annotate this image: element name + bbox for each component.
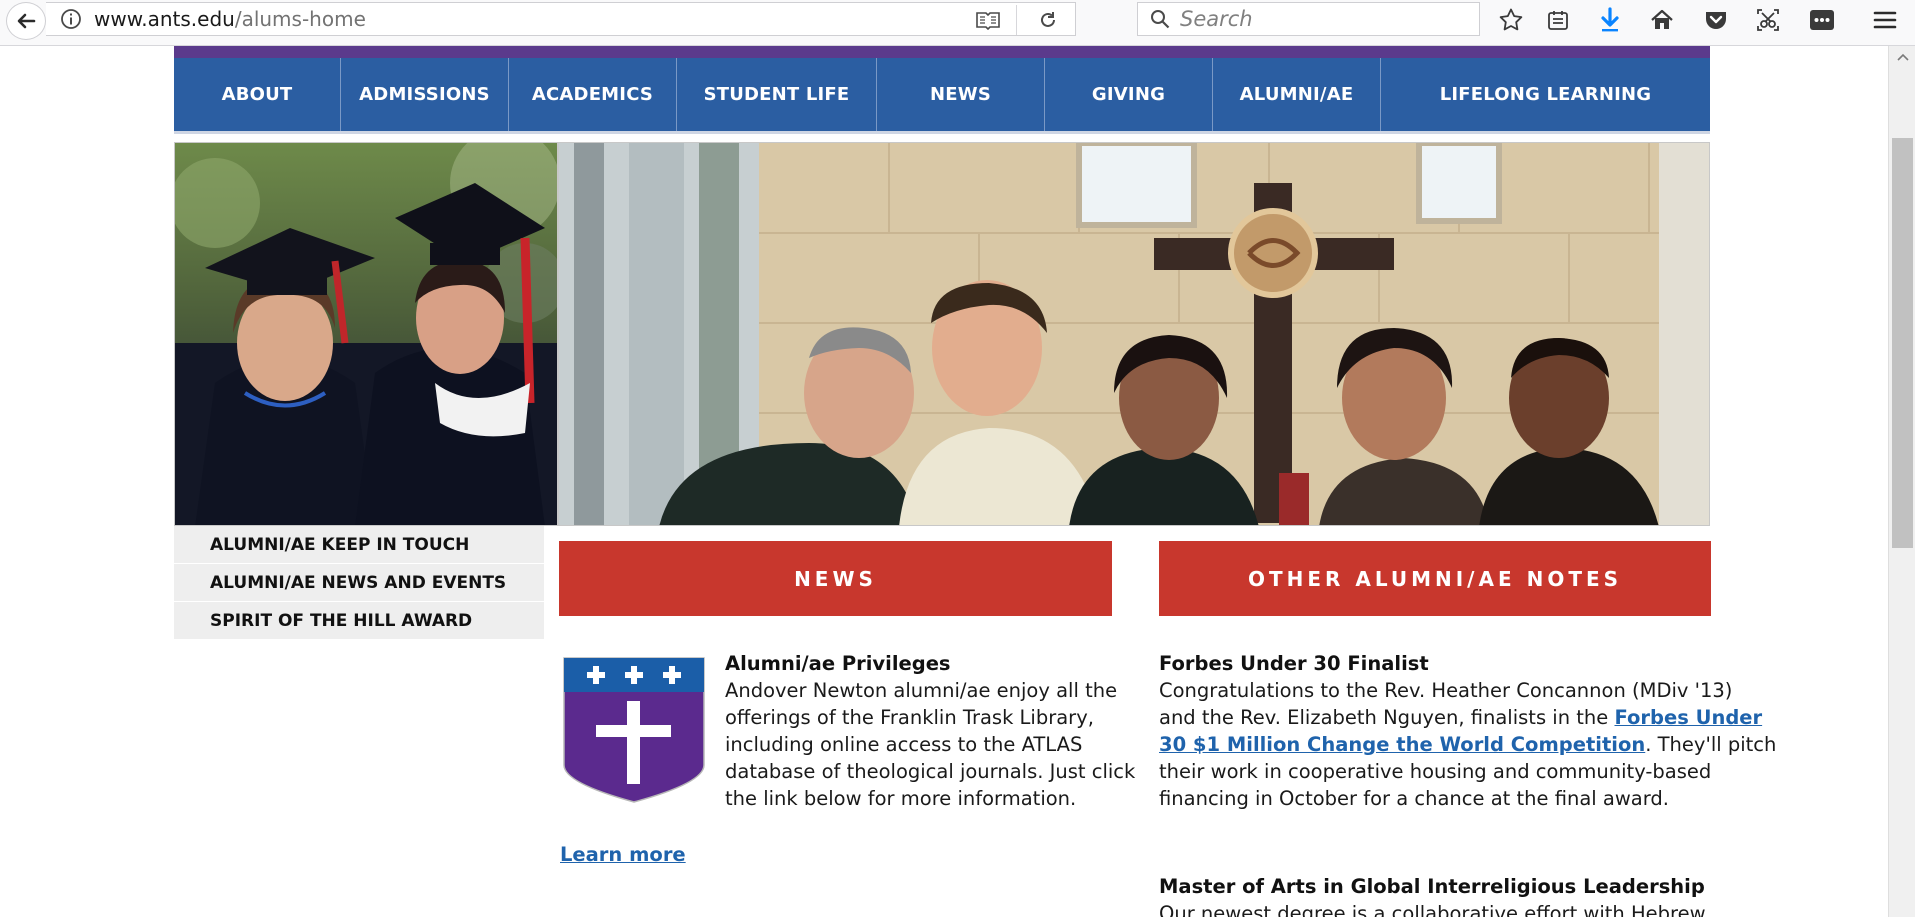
nav-item-giving[interactable]: GIVING [1045, 58, 1213, 131]
browser-toolbar: www.ants.edu/alums-home Search [0, 0, 1915, 46]
nav-item-alumni[interactable]: ALUMNI/AE [1213, 58, 1381, 131]
learn-more-link[interactable]: Learn more [560, 843, 686, 866]
info-icon[interactable] [56, 4, 86, 34]
main-nav: ABOUT ADMISSIONS ACADEMICS STUDENT LIFE … [174, 58, 1710, 134]
sidebar-item-spirit-of-the-hill[interactable]: SPIRIT OF THE HILL AWARD [174, 602, 544, 639]
forbes-line-1: Congratulations to the Rev. Heather Conc… [1159, 679, 1733, 702]
search-icon [1146, 5, 1174, 33]
nav-item-student-life[interactable]: STUDENT LIFE [677, 58, 877, 131]
url-separator [1016, 5, 1017, 35]
forbes-line-4: their work in cooperative housing and co… [1159, 760, 1712, 783]
article-line: database of theological journals. Just c… [725, 760, 1136, 783]
forbes-line-5: financing in October for a chance at the… [1159, 787, 1669, 810]
reader-view-icon[interactable] [973, 7, 1003, 33]
forbes-body: Congratulations to the Rev. Heather Conc… [1159, 677, 1776, 812]
sidebar-nav: ALUMNI/AE KEEP IN TOUCH ALUMNI/AE NEWS A… [174, 526, 544, 640]
learn-more-wrap: Learn more [560, 841, 686, 868]
article-title-privileges: Alumni/ae Privileges [725, 652, 951, 675]
article-line: offerings of the Franklin Trask Library, [725, 706, 1094, 729]
article-body-privileges: Andover Newton alumni/ae enjoy all the o… [725, 677, 1135, 812]
forbes-line-3: 30 $1 Million Change the World Competiti… [1159, 731, 1776, 758]
article-line: including online access to the ATLAS [725, 733, 1083, 756]
alumni-group-photo [558, 142, 1710, 526]
forbes-link[interactable]: Forbes Under [1614, 706, 1762, 729]
forbes-line-2-text: and the Rev. Elizabeth Nguyen, finalists… [1159, 706, 1615, 729]
nav-item-academics[interactable]: ACADEMICS [509, 58, 677, 131]
nav-item-news[interactable]: NEWS [877, 58, 1045, 131]
url-text[interactable]: www.ants.edu/alums-home [94, 7, 366, 31]
forbes-title: Forbes Under 30 Finalist [1159, 652, 1429, 675]
downloads-icon[interactable] [1593, 4, 1627, 36]
graduates-photo [174, 142, 558, 526]
pocket-icon[interactable] [1699, 4, 1733, 36]
other-notes-heading: OTHER ALUMNI/AE NOTES [1159, 541, 1711, 616]
back-icon [17, 13, 36, 29]
home-icon[interactable] [1645, 4, 1679, 36]
page-scrollbar[interactable] [1888, 46, 1915, 917]
search-input[interactable]: Search [1180, 7, 1253, 31]
master-of-arts-title: Master of Arts in Global Interreligious … [1159, 875, 1705, 898]
url-path: /alums-home [234, 7, 366, 31]
article-line: the link below for more information. [725, 787, 1077, 810]
sidebar-item-news-and-events[interactable]: ALUMNI/AE NEWS AND EVENTS [174, 564, 544, 601]
forbes-link-continued[interactable]: 30 $1 Million Change the World Competiti… [1159, 733, 1645, 756]
more-tools-icon[interactable] [1805, 4, 1839, 36]
back-button[interactable] [6, 2, 46, 40]
news-heading: NEWS [559, 541, 1112, 616]
sidebar-item-keep-in-touch[interactable]: ALUMNI/AE KEEP IN TOUCH [174, 526, 544, 563]
url-domain: www.ants.edu [94, 7, 235, 31]
reading-list-icon[interactable] [1541, 4, 1575, 36]
article-line: Andover Newton alumni/ae enjoy all the [725, 679, 1118, 702]
screenshot-icon[interactable] [1751, 4, 1785, 36]
menu-icon[interactable] [1868, 4, 1902, 36]
crest-logo [561, 655, 707, 803]
forbes-line-2: and the Rev. Elizabeth Nguyen, finalists… [1159, 704, 1776, 731]
nav-item-admissions[interactable]: ADMISSIONS [341, 58, 509, 131]
nav-item-about[interactable]: ABOUT [174, 58, 341, 131]
reload-icon[interactable] [1033, 7, 1063, 33]
master-of-arts-line-1: Our newest degree is a collaborative eff… [1159, 902, 1706, 917]
url-bar[interactable]: www.ants.edu/alums-home [46, 2, 1076, 36]
master-of-arts-body: Our newest degree is a collaborative eff… [1159, 900, 1706, 917]
scroll-up-arrow-icon[interactable] [1889, 46, 1915, 68]
nav-item-lifelong-learning[interactable]: LIFELONG LEARNING [1381, 58, 1710, 131]
scroll-thumb[interactable] [1892, 138, 1913, 548]
forbes-line-3-text: . They'll pitch [1645, 733, 1777, 756]
header-accent-strip [174, 46, 1710, 58]
bookmark-star-icon[interactable] [1494, 4, 1528, 36]
search-bar[interactable]: Search [1137, 2, 1480, 36]
